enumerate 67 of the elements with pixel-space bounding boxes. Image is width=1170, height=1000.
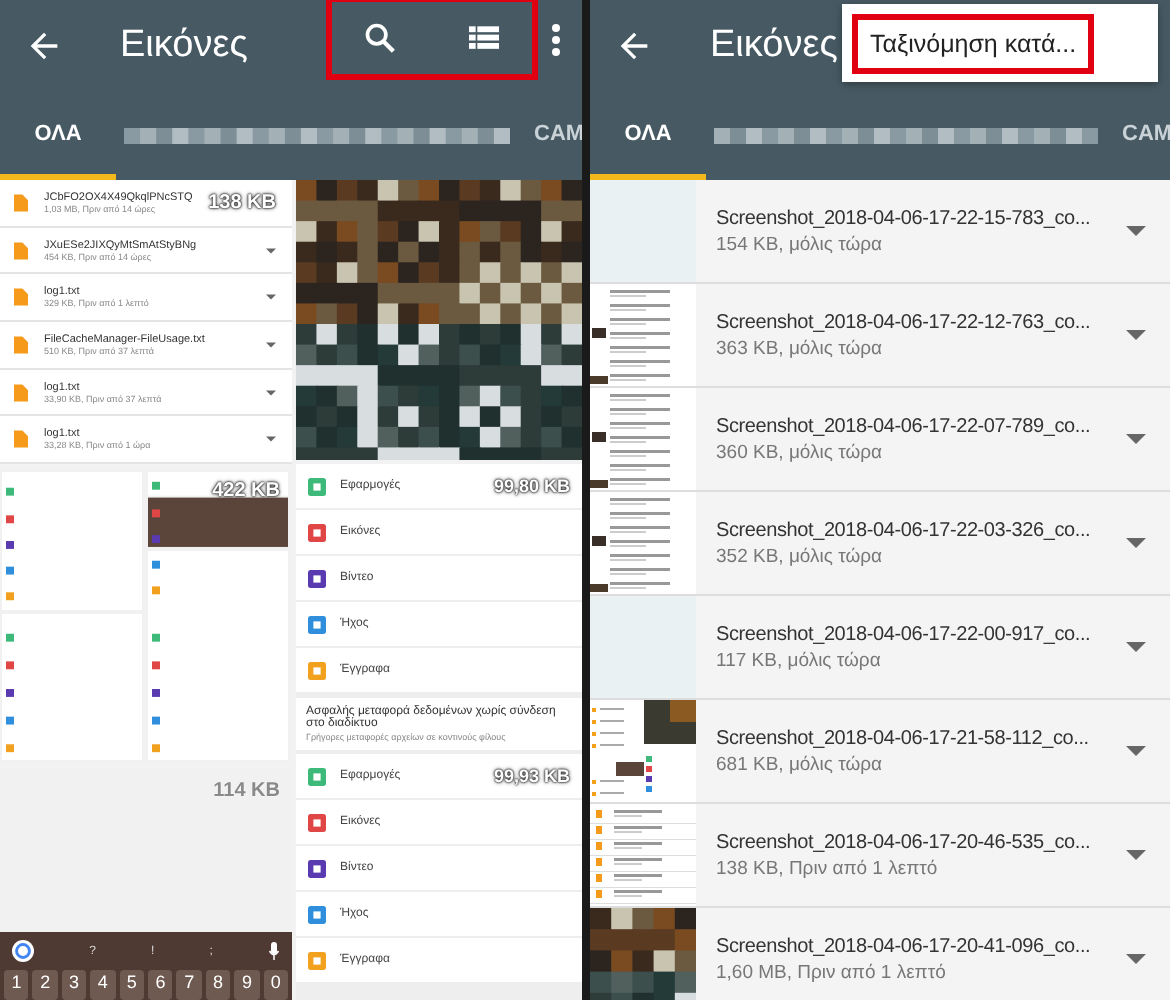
file-name: Screenshot_2018-04-06-17-22-12-763_co... (716, 311, 1093, 333)
list-row[interactable]: Screenshot_2018-04-06-17-22-03-326_co... 352 KB, μόλις τώρα (590, 492, 1170, 596)
screen-title: Εικόνες (710, 24, 838, 68)
list-row[interactable]: Screenshot_2018-04-06-17-22-12-763_co... 363 KB, μόλις τώρα (590, 284, 1170, 388)
category-size: 99,93 KB (493, 766, 570, 786)
key[interactable]: 0 (263, 970, 289, 1000)
thumbnail[interactable] (0, 180, 292, 464)
caret-icon[interactable] (1126, 954, 1146, 964)
caret-icon[interactable] (1126, 226, 1146, 236)
file-icon (14, 193, 28, 212)
file-name: Screenshot_2018-04-06-17-22-00-917_co... (716, 623, 1093, 645)
key[interactable]: 3 (61, 970, 87, 1000)
file-meta: 363 KB, μόλις τώρα (716, 337, 885, 359)
file-icon (14, 335, 28, 354)
microphone-icon[interactable] (268, 942, 280, 960)
caret-icon[interactable] (1126, 538, 1146, 548)
caret-icon (266, 436, 276, 443)
caret-icon (266, 389, 276, 396)
list-row[interactable]: Screenshot_2018-04-06-17-22-00-917_co... 117 KB, μόλις τώρα (590, 596, 1170, 700)
caret-icon[interactable] (1126, 746, 1146, 756)
file-name: Screenshot_2018-04-06-17-22-03-326_co... (716, 519, 1093, 541)
thumbnail[interactable]: 422 KB (0, 468, 292, 764)
screen-title: Εικόνες (120, 24, 248, 68)
key[interactable]: 5 (119, 970, 145, 1000)
key[interactable]: 6 (148, 970, 173, 1000)
file-size-label: 138 KB (208, 191, 276, 214)
tab[interactable]: CAM (522, 92, 582, 180)
file-icon (14, 241, 28, 259)
search-icon[interactable] (360, 18, 400, 58)
list-row[interactable]: Screenshot_2018-04-06-17-21-58-112_co... 681 KB, μόλις τώρα (590, 700, 1170, 804)
key[interactable]: 2 (32, 970, 58, 1000)
caret-icon[interactable] (1126, 850, 1146, 860)
key[interactable]: 9 (234, 970, 260, 1000)
list-row[interactable]: Screenshot_2018-04-06-17-22-07-789_co... 360 KB, μόλις τώρα (590, 388, 1170, 492)
file-meta: 154 KB, μόλις τώρα (716, 233, 885, 255)
file-icon (14, 430, 28, 449)
caret-icon (266, 341, 276, 348)
caret-icon (266, 294, 276, 301)
key[interactable]: 4 (90, 970, 116, 1000)
caret-icon[interactable] (1126, 434, 1146, 444)
file-name: Screenshot_2018-04-06-17-22-15-783_co... (716, 207, 1093, 229)
file-meta: 117 KB, μόλις τώρα (716, 649, 883, 671)
file-meta: 681 KB, μόλις τώρα (716, 753, 885, 775)
caret-icon (266, 247, 276, 253)
caret-icon[interactable] (1126, 642, 1146, 652)
file-meta: 352 KB, μόλις τώρα (716, 545, 885, 567)
file-size-label: 114 KB (213, 780, 280, 802)
file-meta: 1,60 MB, Πριν από 1 λεπτό (716, 961, 948, 983)
more-icon[interactable] (550, 20, 562, 60)
category-size: 99,80 KB (493, 476, 570, 496)
file-size-label: 422 KB (212, 480, 280, 502)
file-name: Screenshot_2018-04-06-17-21-58-112_co... (716, 727, 1091, 749)
file-name: Screenshot_2018-04-06-17-20-46-535_co... (716, 831, 1093, 853)
menu-item[interactable]: Ταξινόμηση κατά... (852, 13, 1095, 73)
file-meta: 138 KB, Πριν από 1 λεπτό (716, 857, 940, 879)
list-row[interactable]: Screenshot_2018-04-06-17-22-15-783_co... 154 KB, μόλις τώρα (590, 180, 1170, 284)
tab[interactable]: CAM (1110, 92, 1170, 180)
file-name: Screenshot_2018-04-06-17-22-07-789_co... (716, 415, 1093, 437)
key[interactable]: 1 (4, 970, 29, 1000)
file-meta: 360 KB, μόλις τώρα (716, 441, 885, 463)
file-name: Screenshot_2018-04-06-17-20-41-096_co... (716, 935, 1093, 957)
caret-icon[interactable] (1126, 330, 1146, 340)
list-row[interactable]: Screenshot_2018-04-06-17-20-46-535_co... 138 KB, Πριν από 1 λεπτό (590, 804, 1170, 908)
file-icon (14, 383, 28, 402)
file-icon (14, 288, 28, 307)
key[interactable]: 8 (205, 970, 231, 1000)
key[interactable]: 7 (176, 970, 202, 1000)
